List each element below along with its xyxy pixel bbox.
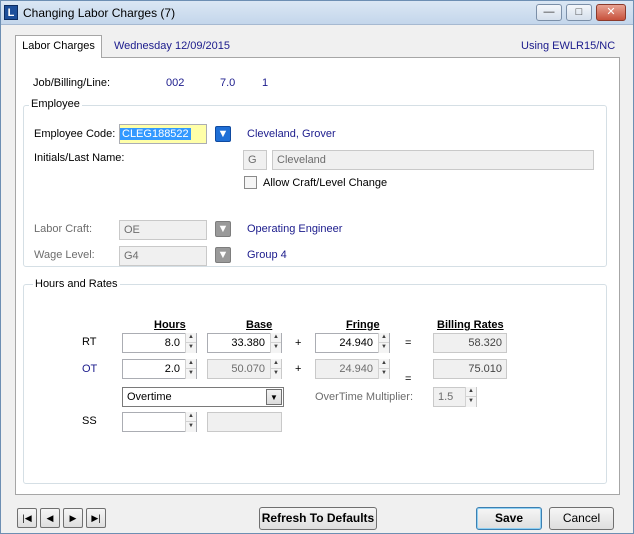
window-title: Changing Labor Charges (7) (23, 6, 176, 20)
chevron-down-icon[interactable]: ▼ (266, 389, 282, 405)
save-button[interactable]: Save (476, 507, 542, 530)
wage-level-input[interactable]: G4 (119, 246, 207, 266)
employee-lookup-button[interactable]: ▼ (215, 126, 231, 142)
line-value: 1 (262, 77, 269, 89)
billing-rates-header: Billing Rates (437, 319, 504, 331)
ot-billing-rate: 75.010 (433, 359, 507, 379)
base-header: Base (246, 319, 273, 331)
app-icon: L (4, 5, 18, 20)
ot-hours-spinner[interactable]: ▲ ▼ (185, 359, 196, 379)
ot-equals-sign: = (405, 373, 412, 385)
craft-lookup-button[interactable]: ▼ (215, 221, 231, 237)
initials-input[interactable]: G (243, 150, 267, 170)
cancel-button[interactable]: Cancel (549, 507, 614, 530)
rt-fringe-spinner[interactable]: ▲ ▼ (378, 333, 389, 353)
first-record-button[interactable]: |◀ (17, 508, 37, 528)
last-name-input[interactable]: Cleveland (272, 150, 594, 170)
employee-code-label: Employee Code: (34, 128, 116, 140)
ss-label: SS (82, 415, 97, 427)
rt-billing-rate: 58.320 (433, 333, 507, 353)
tab-labor-charges[interactable]: Labor Charges (15, 35, 102, 58)
labor-craft-input[interactable]: OE (119, 220, 207, 240)
initials-last-name-label: Initials/Last Name: (34, 152, 125, 164)
close-button[interactable]: ✕ (596, 4, 626, 21)
ss-hours-spinner[interactable]: ▲ ▼ (185, 412, 196, 432)
job-billing-line-label: Job/Billing/Line: (33, 77, 111, 89)
fringe-header: Fringe (346, 319, 380, 331)
refresh-defaults-button[interactable]: Refresh To Defaults (259, 507, 377, 530)
hours-rates-group (23, 284, 607, 484)
allow-craft-change-checkbox[interactable] (244, 176, 257, 189)
ot-base-spinner[interactable]: ▲ ▼ (270, 359, 281, 379)
title-bar[interactable]: L Changing Labor Charges (7) — □ ✕ (1, 1, 633, 25)
labor-charges-window: L Changing Labor Charges (7) — □ ✕ Labor… (0, 0, 634, 534)
rt-base-spinner[interactable]: ▲ ▼ (270, 333, 281, 353)
wage-level-description: Group 4 (247, 249, 287, 261)
next-record-button[interactable]: ▶ (63, 508, 83, 528)
arrow-down-icon: ▼ (217, 249, 229, 261)
maximize-button[interactable]: □ (566, 4, 592, 21)
hours-header: Hours (154, 319, 186, 331)
ss-base-input[interactable] (207, 412, 282, 432)
previous-record-button[interactable]: ◀ (40, 508, 60, 528)
labor-craft-label: Labor Craft: (34, 223, 93, 235)
minimize-button[interactable]: — (536, 4, 562, 21)
billing-value: 7.0 (220, 77, 236, 89)
rt-hours-spinner[interactable]: ▲ ▼ (185, 333, 196, 353)
employee-name: Cleveland, Grover (247, 128, 336, 140)
header-date: Wednesday 12/09/2015 (114, 40, 230, 52)
employee-group-label: Employee (29, 98, 82, 110)
job-value: 002 (166, 77, 185, 89)
rt-equals-sign: = (405, 337, 412, 349)
ot-multiplier-label: OverTime Multiplier: (315, 391, 413, 403)
overtime-type-value: Overtime (127, 391, 172, 403)
overtime-type-select[interactable]: Overtime ▼ (122, 387, 284, 407)
ot-multiplier-spinner[interactable]: ▲ ▼ (465, 387, 476, 407)
allow-craft-change-label: Allow Craft/Level Change (263, 177, 388, 189)
ot-plus-sign: + (295, 363, 302, 375)
last-record-button[interactable]: ▶| (86, 508, 106, 528)
rt-label: RT (82, 336, 97, 348)
wage-level-label: Wage Level: (34, 249, 95, 261)
ot-label: OT (82, 363, 98, 375)
rt-plus-sign: + (295, 337, 302, 349)
arrow-down-icon: ▼ (217, 128, 229, 140)
ot-fringe-spinner[interactable]: ▲ ▼ (378, 359, 389, 379)
arrow-down-icon: ▼ (217, 223, 229, 235)
header-using: Using EWLR15/NC (521, 40, 616, 52)
employee-code-input[interactable]: CLEG188522 (119, 124, 207, 144)
labor-craft-description: Operating Engineer (247, 223, 343, 235)
hours-rates-group-label: Hours and Rates (33, 278, 120, 290)
wage-lookup-button[interactable]: ▼ (215, 247, 231, 263)
